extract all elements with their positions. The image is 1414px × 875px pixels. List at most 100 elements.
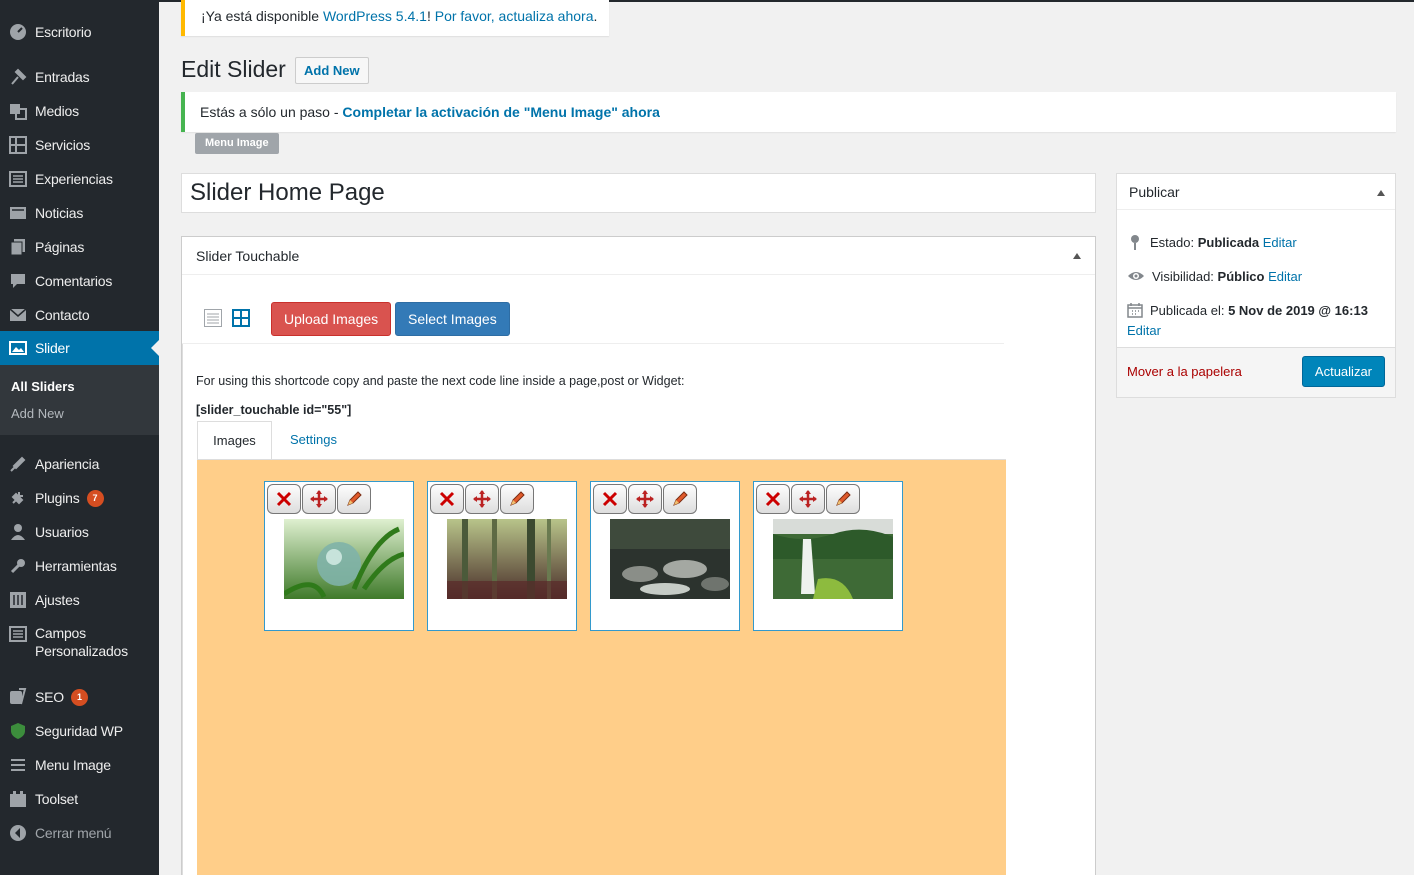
- sidebar-item-medios[interactable]: Medios: [0, 94, 159, 128]
- delete-image-button[interactable]: [756, 484, 790, 514]
- image-card[interactable]: [590, 481, 740, 631]
- seo-badge: 1: [70, 688, 88, 706]
- label-line-2: Personalizados: [35, 643, 128, 659]
- user-icon: [0, 523, 35, 541]
- pencil-icon: [510, 491, 525, 506]
- sidebar-item-seguridad-wp[interactable]: Seguridad WP: [0, 714, 159, 748]
- list-icon: [0, 170, 35, 188]
- sidebar-item-label: Comentarios: [35, 273, 113, 289]
- activation-text: Estás a sólo un paso -: [200, 104, 343, 120]
- delete-image-button[interactable]: [593, 484, 627, 514]
- image-card[interactable]: [264, 481, 414, 631]
- pages-icon: [0, 238, 35, 256]
- sidebar-item-plugins[interactable]: Plugins 7: [0, 481, 159, 515]
- submenu-add-new[interactable]: Add New: [11, 406, 64, 421]
- sidebar-collapse-menu[interactable]: Cerrar menú: [0, 816, 159, 850]
- sidebar-item-apariencia[interactable]: Apariencia: [0, 447, 159, 481]
- wordpress-version-link[interactable]: WordPress 5.4.1: [323, 8, 427, 24]
- submenu-all-sliders[interactable]: All Sliders: [11, 379, 75, 394]
- edit-status-link[interactable]: Editar: [1263, 235, 1297, 250]
- delete-image-button[interactable]: [430, 484, 464, 514]
- sidebar-item-label: Escritorio: [35, 24, 92, 40]
- edit-image-button[interactable]: [826, 484, 860, 514]
- sidebar-item-label: Experiencias: [35, 171, 113, 187]
- complete-activation-link[interactable]: Completar la activación de "Menu Image" …: [342, 104, 659, 120]
- published-label: Publicada el:: [1150, 302, 1229, 318]
- sidebar-item-ajustes[interactable]: Ajustes: [0, 583, 159, 617]
- slider-box-header[interactable]: Slider Touchable: [182, 237, 1095, 275]
- move-to-trash-link[interactable]: Mover a la papelera: [1127, 364, 1242, 379]
- image-card-tools: [267, 484, 371, 514]
- post-title-input[interactable]: [181, 173, 1096, 213]
- sidebar-item-entradas[interactable]: Entradas: [0, 60, 159, 94]
- tab-images[interactable]: Images: [197, 421, 272, 459]
- sidebar-item-seo[interactable]: SEO 1: [0, 680, 159, 714]
- sidebar-item-noticias[interactable]: Noticias: [0, 196, 159, 230]
- menu-icon: [0, 756, 35, 774]
- admin-sidebar: Escritorio Entradas Medios Servicios Exp…: [0, 0, 159, 875]
- delete-image-button[interactable]: [267, 484, 301, 514]
- edit-date-link[interactable]: Editar: [1127, 323, 1161, 338]
- update-notice-text: !: [426, 8, 435, 24]
- publish-actions: Mover a la papelera Actualizar: [1117, 347, 1395, 397]
- brush-icon: [0, 455, 35, 473]
- tab-settings[interactable]: Settings: [276, 421, 351, 459]
- update-now-link[interactable]: Por favor, actualiza ahora: [435, 8, 594, 24]
- visibility-label: Visibilidad:: [1152, 268, 1218, 284]
- add-new-button[interactable]: Add New: [295, 57, 369, 84]
- image-card[interactable]: [427, 481, 577, 631]
- update-button[interactable]: Actualizar: [1301, 356, 1385, 387]
- shortcode-instructions: For using this shortcode copy and paste …: [196, 374, 685, 388]
- publish-status-row: Estado: Publicada Editar: [1127, 234, 1297, 250]
- collapse-arrow-icon[interactable]: [1073, 253, 1081, 259]
- slider-touchable-box: Slider Touchable Upload Images Select Im…: [181, 236, 1096, 875]
- shortcode-text[interactable]: [slider_touchable id="55"]: [196, 403, 351, 417]
- collapse-icon: [0, 824, 35, 842]
- move-image-button[interactable]: [791, 484, 825, 514]
- edit-image-button[interactable]: [663, 484, 697, 514]
- collapse-arrow-icon[interactable]: [1377, 190, 1385, 196]
- image-gallery: [197, 459, 1006, 875]
- sidebar-item-herramientas[interactable]: Herramientas: [0, 549, 159, 583]
- image-card[interactable]: [753, 481, 903, 631]
- sidebar-item-label: Medios: [35, 103, 79, 119]
- sidebar-item-label: Servicios: [35, 137, 90, 153]
- upload-images-button[interactable]: Upload Images: [271, 302, 392, 336]
- move-image-button[interactable]: [465, 484, 499, 514]
- settings-icon: [0, 591, 35, 609]
- pin-icon: [0, 68, 35, 86]
- sidebar-item-menu-image[interactable]: Menu Image: [0, 748, 159, 782]
- news-icon: [0, 204, 35, 222]
- visibility-value: Público: [1217, 268, 1265, 284]
- update-notice-text: .: [593, 8, 598, 24]
- sidebar-item-usuarios[interactable]: Usuarios: [0, 515, 159, 549]
- sidebar-item-campos-personalizados[interactable]: Campos Personalizados: [0, 624, 159, 664]
- move-icon: [799, 490, 817, 508]
- move-image-button[interactable]: [628, 484, 662, 514]
- edit-image-button[interactable]: [500, 484, 534, 514]
- edit-visibility-link[interactable]: Editar: [1268, 269, 1302, 284]
- sidebar-item-label: SEO: [35, 689, 64, 705]
- sidebar-item-contacto[interactable]: Contacto: [0, 298, 159, 332]
- list-view-icon[interactable]: [204, 309, 222, 330]
- sidebar-item-paginas[interactable]: Páginas: [0, 230, 159, 264]
- plugins-update-badge: 7: [86, 489, 104, 507]
- sidebar-item-experiencias[interactable]: Experiencias: [0, 162, 159, 196]
- sidebar-item-toolset[interactable]: Toolset: [0, 782, 159, 816]
- publish-date-row: Publicada el: 5 Nov de 2019 @ 16:13: [1127, 302, 1368, 318]
- sidebar-item-slider[interactable]: Slider: [0, 331, 159, 365]
- wrench-icon: [0, 557, 35, 575]
- publish-box-header[interactable]: Publicar: [1117, 174, 1395, 210]
- seo-icon: [0, 688, 35, 706]
- move-image-button[interactable]: [302, 484, 336, 514]
- sidebar-item-comentarios[interactable]: Comentarios: [0, 264, 159, 298]
- select-images-button[interactable]: Select Images: [395, 302, 510, 336]
- pencil-icon: [673, 491, 688, 506]
- label-line-1: Campos: [35, 625, 86, 641]
- grid-view-icon[interactable]: [232, 309, 250, 330]
- sidebar-item-escritorio[interactable]: Escritorio: [0, 15, 159, 49]
- move-icon: [310, 490, 328, 508]
- sidebar-item-servicios[interactable]: Servicios: [0, 128, 159, 162]
- move-icon: [636, 490, 654, 508]
- edit-image-button[interactable]: [337, 484, 371, 514]
